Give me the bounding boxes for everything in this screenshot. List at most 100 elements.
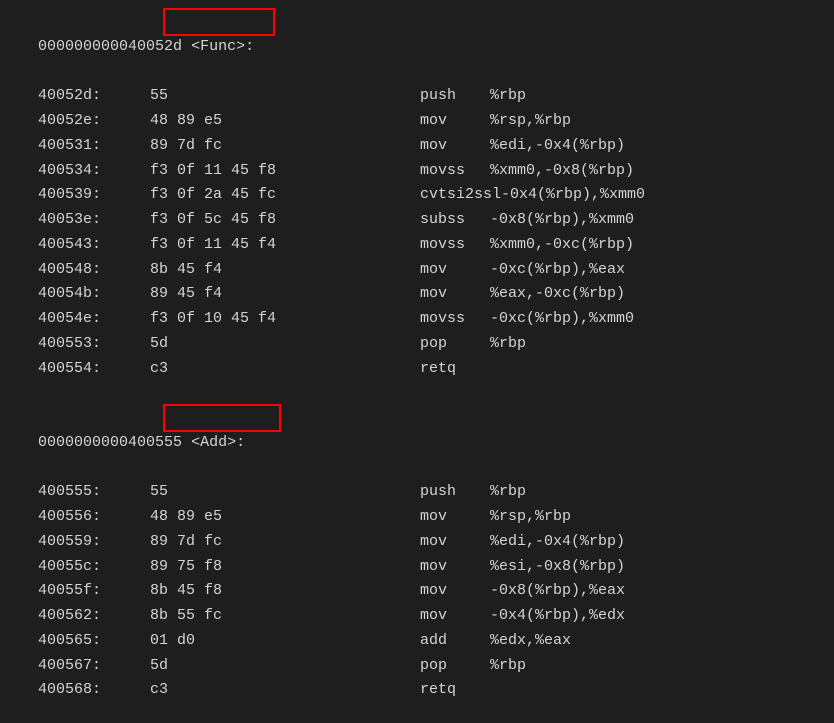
address: 400568: [20,678,150,703]
disasm-line: 400539:f3 0f 2a 45 fccvtsi2ssl-0x4(%rbp)… [0,183,834,208]
bytes: 89 7d fc [150,530,420,555]
bytes: 55 [150,480,420,505]
symbol-address: 000000000040052d [38,38,182,55]
mnemonic: add [420,629,490,654]
disasm-line: 400555:55push%rbp [0,480,834,505]
address: 40052e: [20,109,150,134]
disasm-line: 400554:c3retq [0,357,834,382]
address: 40055f: [20,579,150,604]
bytes: c3 [150,357,420,382]
mnemonic: mov [420,109,490,134]
operands: %edi,-0x4(%rbp) [490,134,625,159]
symbol-address: 0000000000400555 [38,434,182,451]
bytes: 48 89 e5 [150,505,420,530]
operands: -0x4(%rbp),%edx [490,604,625,629]
disasm-line: 400553:5dpop%rbp [0,332,834,357]
bytes: 8b 55 fc [150,604,420,629]
mnemonic: cvtsi2ssl [420,183,501,208]
disasm-line: 400556:48 89 e5mov%rsp,%rbp [0,505,834,530]
address: 400565: [20,629,150,654]
disassembly-block-add: 400555:55push%rbp 400556:48 89 e5mov%rsp… [0,480,834,703]
symbol-name: <Add>: [191,434,245,451]
disasm-line: 40055f:8b 45 f8mov-0x8(%rbp),%eax [0,579,834,604]
disasm-line: 40055c:89 75 f8mov%esi,-0x8(%rbp) [0,555,834,580]
operands: -0xc(%rbp),%xmm0 [490,307,634,332]
address: 400534: [20,159,150,184]
mnemonic: movss [420,233,490,258]
address: 40054e: [20,307,150,332]
bytes: 5d [150,332,420,357]
operands: -0x4(%rbp),%xmm0 [501,183,645,208]
operands: %eax,-0xc(%rbp) [490,282,625,307]
disasm-line: 400559:89 7d fcmov%edi,-0x4(%rbp) [0,530,834,555]
bytes: f3 0f 2a 45 fc [150,183,420,208]
disasm-line: 400548:8b 45 f4mov-0xc(%rbp),%eax [0,258,834,283]
address: 40055c: [20,555,150,580]
mnemonic: mov [420,505,490,530]
operands: %rsp,%rbp [490,109,571,134]
operands: %rsp,%rbp [490,505,571,530]
bytes: f3 0f 5c 45 f8 [150,208,420,233]
mnemonic: mov [420,579,490,604]
address: 400548: [20,258,150,283]
disasm-line: 400562:8b 55 fcmov-0x4(%rbp),%edx [0,604,834,629]
disasm-line: 40053e:f3 0f 5c 45 f8subss-0x8(%rbp),%xm… [0,208,834,233]
bytes: 8b 45 f4 [150,258,420,283]
mnemonic: pop [420,332,490,357]
address: 400543: [20,233,150,258]
mnemonic: mov [420,134,490,159]
highlight-func [163,8,275,36]
bytes: f3 0f 11 45 f4 [150,233,420,258]
bytes: 89 45 f4 [150,282,420,307]
operands: %xmm0,-0xc(%rbp) [490,233,634,258]
disasm-line: 40052d:55push%rbp [0,84,834,109]
operands: %rbp [490,480,526,505]
operands: -0xc(%rbp),%eax [490,258,625,283]
bytes: c3 [150,678,420,703]
blank-line [0,381,834,406]
operands: %edx,%eax [490,629,571,654]
operands: %xmm0,-0x8(%rbp) [490,159,634,184]
address: 400553: [20,332,150,357]
mnemonic: retq [420,357,490,382]
mnemonic: mov [420,258,490,283]
symbol-name: <Func>: [191,38,254,55]
operands: %esi,-0x8(%rbp) [490,555,625,580]
disasm-line: 40054e:f3 0f 10 45 f4movss-0xc(%rbp),%xm… [0,307,834,332]
mnemonic: movss [420,159,490,184]
bytes: 89 75 f8 [150,555,420,580]
address: 400531: [20,134,150,159]
address: 400554: [20,357,150,382]
bytes: 01 d0 [150,629,420,654]
disasm-line: 400568:c3retq [0,678,834,703]
mnemonic: mov [420,555,490,580]
disasm-line: 400543:f3 0f 11 45 f4movss%xmm0,-0xc(%rb… [0,233,834,258]
disasm-line: 400534:f3 0f 11 45 f8movss%xmm0,-0x8(%rb… [0,159,834,184]
mnemonic: mov [420,282,490,307]
mnemonic: mov [420,530,490,555]
address: 40054b: [20,282,150,307]
address: 400562: [20,604,150,629]
highlight-add [163,404,281,432]
operands: %edi,-0x4(%rbp) [490,530,625,555]
bytes: 55 [150,84,420,109]
mnemonic: movss [420,307,490,332]
symbol-header-add: 0000000000400555 <Add>: [0,406,834,480]
symbol-header-func: 000000000040052d <Func>: [0,10,834,84]
bytes: 8b 45 f8 [150,579,420,604]
mnemonic: retq [420,678,490,703]
bytes: 48 89 e5 [150,109,420,134]
mnemonic: subss [420,208,490,233]
disassembly-block-func: 40052d:55push%rbp 40052e:48 89 e5mov%rsp… [0,84,834,381]
operands: %rbp [490,84,526,109]
operands: %rbp [490,332,526,357]
operands: %rbp [490,654,526,679]
address: 400539: [20,183,150,208]
address: 400555: [20,480,150,505]
mnemonic: push [420,480,490,505]
disasm-line: 400567:5dpop%rbp [0,654,834,679]
bytes: 5d [150,654,420,679]
disasm-line: 400565:01 d0add%edx,%eax [0,629,834,654]
address: 400567: [20,654,150,679]
address: 400559: [20,530,150,555]
